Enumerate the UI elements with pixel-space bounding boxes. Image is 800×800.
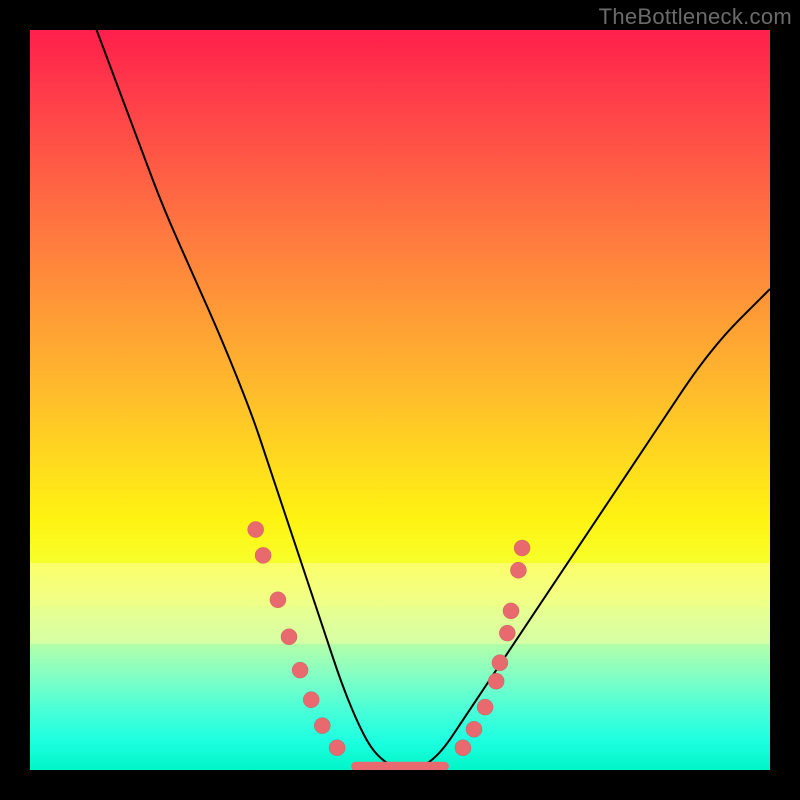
- marker-right: [488, 673, 504, 689]
- chart-svg: [30, 30, 770, 770]
- marker-right: [466, 721, 482, 737]
- marker-right: [503, 603, 519, 619]
- marker-left: [292, 662, 308, 678]
- marker-right: [455, 740, 471, 756]
- marker-right: [499, 625, 515, 641]
- marker-left: [270, 592, 286, 608]
- marker-left: [255, 547, 271, 563]
- marker-right: [514, 540, 530, 556]
- marker-left: [314, 717, 330, 733]
- marker-left: [281, 629, 297, 645]
- marker-right: [492, 655, 508, 671]
- marker-left: [329, 740, 345, 756]
- marker-left: [303, 692, 319, 708]
- marker-left: [248, 521, 264, 537]
- chart-frame: TheBottleneck.com: [0, 0, 800, 800]
- marker-right: [477, 699, 493, 715]
- plot-area: [30, 30, 770, 770]
- bottleneck-curve: [97, 30, 770, 770]
- marker-right: [510, 562, 526, 578]
- watermark-text: TheBottleneck.com: [599, 4, 792, 30]
